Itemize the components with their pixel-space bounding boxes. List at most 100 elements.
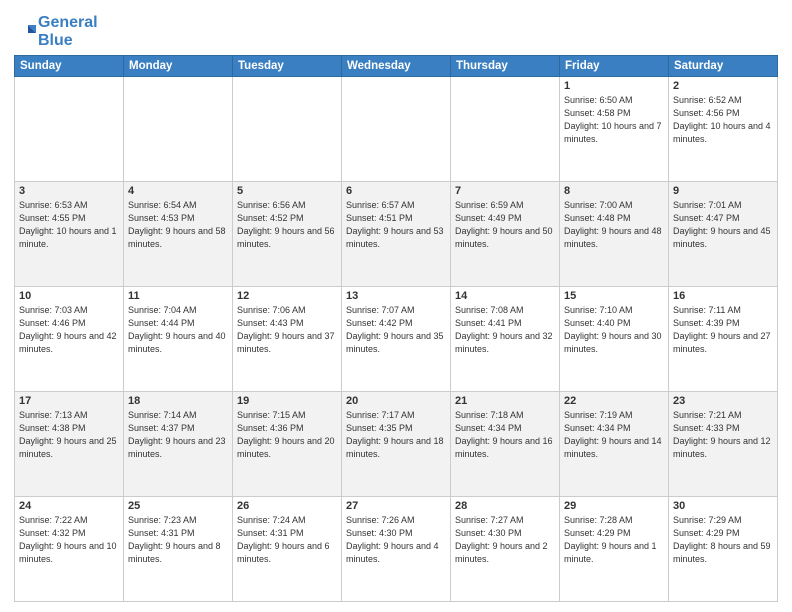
calendar-cell: 2Sunrise: 6:52 AM Sunset: 4:56 PM Daylig… (669, 77, 778, 182)
day-info: Sunrise: 7:01 AM Sunset: 4:47 PM Dayligh… (673, 199, 773, 251)
calendar-cell: 26 Sunrise: 7:24 AM Sunset: 4:31 PM Dayli… (233, 497, 342, 602)
day-number: 5 (237, 185, 337, 197)
calendar-cell: 7 Sunrise: 6:59 AM Sunset: 4:49 PM Daylig… (451, 182, 560, 287)
calendar-cell: 22Sunrise: 7:19 AM Sunset: 4:34 PM Dayli… (560, 392, 669, 497)
day-number: 24 (19, 500, 119, 512)
day-number: 23 (673, 395, 773, 407)
day-info: Sunrise: 7:03 AM Sunset: 4:46 PM Dayligh… (19, 304, 119, 356)
calendar-cell: 8 Sunrise: 7:00 AM Sunset: 4:48 PM Daylig… (560, 182, 669, 287)
calendar-cell (15, 77, 124, 182)
logo-icon (14, 21, 36, 43)
calendar-cell: 29 Sunrise: 7:28 AM Sunset: 4:29 PM Dayli… (560, 497, 669, 602)
calendar-cell: 25 Sunrise: 7:23 AM Sunset: 4:31 PM Dayli… (124, 497, 233, 602)
day-info: Sunrise: 6:53 AM Sunset: 4:55 PM Dayligh… (19, 199, 119, 251)
calendar-cell: 12 Sunrise: 7:06 AM Sunset: 4:43 PM Dayli… (233, 287, 342, 392)
day-info: Sunrise: 7:22 AM Sunset: 4:32 PM Dayligh… (19, 514, 119, 566)
calendar-cell: 9 Sunrise: 7:01 AM Sunset: 4:47 PM Daylig… (669, 182, 778, 287)
calendar-cell: 14Sunrise: 7:08 AM Sunset: 4:41 PM Dayli… (451, 287, 560, 392)
day-info: Sunrise: 7:15 AM Sunset: 4:36 PM Dayligh… (237, 409, 337, 461)
day-number: 25 (128, 500, 228, 512)
calendar-cell: 24 Sunrise: 7:22 AM Sunset: 4:32 PM Dayli… (15, 497, 124, 602)
day-info: Sunrise: 7:13 AM Sunset: 4:38 PM Dayligh… (19, 409, 119, 461)
calendar-cell (124, 77, 233, 182)
calendar-cell: 28 Sunrise: 7:27 AM Sunset: 4:30 PM Dayli… (451, 497, 560, 602)
weekday-header-friday: Friday (560, 56, 669, 77)
day-info: Sunrise: 7:04 AM Sunset: 4:44 PM Dayligh… (128, 304, 228, 356)
day-number: 11 (128, 290, 228, 302)
day-number: 19 (237, 395, 337, 407)
day-number: 1 (564, 80, 664, 92)
calendar-cell: 4 Sunrise: 6:54 AM Sunset: 4:53 PM Daylig… (124, 182, 233, 287)
calendar-cell: 23 Sunrise: 7:21 AM Sunset: 4:33 PM Dayli… (669, 392, 778, 497)
day-info: Sunrise: 6:59 AM Sunset: 4:49 PM Dayligh… (455, 199, 555, 251)
calendar-cell (451, 77, 560, 182)
day-info: Sunrise: 7:23 AM Sunset: 4:31 PM Dayligh… (128, 514, 228, 566)
calendar-cell: 11 Sunrise: 7:04 AM Sunset: 4:44 PM Dayli… (124, 287, 233, 392)
calendar-cell: 19 Sunrise: 7:15 AM Sunset: 4:36 PM Dayli… (233, 392, 342, 497)
weekday-header-saturday: Saturday (669, 56, 778, 77)
day-number: 27 (346, 500, 446, 512)
calendar-cell: 1 Sunrise: 6:50 AM Sunset: 4:58 PM Daylig… (560, 77, 669, 182)
calendar-cell: 13 Sunrise: 7:07 AM Sunset: 4:42 PM Dayli… (342, 287, 451, 392)
day-number: 14 (455, 290, 555, 302)
day-number: 21 (455, 395, 555, 407)
page: General Blue SundayMondayTuesdayWednesda… (0, 0, 792, 612)
day-info: Sunrise: 7:10 AM Sunset: 4:40 PM Dayligh… (564, 304, 664, 356)
day-info: Sunrise: 7:27 AM Sunset: 4:30 PM Dayligh… (455, 514, 555, 566)
day-number: 26 (237, 500, 337, 512)
day-number: 7 (455, 185, 555, 197)
day-number: 3 (19, 185, 119, 197)
calendar-cell (233, 77, 342, 182)
day-info: Sunrise: 7:11 AM Sunset: 4:39 PM Dayligh… (673, 304, 773, 356)
weekday-header-thursday: Thursday (451, 56, 560, 77)
day-number: 13 (346, 290, 446, 302)
day-info: Sunrise: 7:17 AM Sunset: 4:35 PM Dayligh… (346, 409, 446, 461)
day-info: Sunrise: 7:19 AM Sunset: 4:34 PM Dayligh… (564, 409, 664, 461)
calendar-cell: 10 Sunrise: 7:03 AM Sunset: 4:46 PM Dayli… (15, 287, 124, 392)
day-number: 6 (346, 185, 446, 197)
day-number: 29 (564, 500, 664, 512)
day-info: Sunrise: 6:54 AM Sunset: 4:53 PM Dayligh… (128, 199, 228, 251)
day-number: 17 (19, 395, 119, 407)
day-info: Sunrise: 7:28 AM Sunset: 4:29 PM Dayligh… (564, 514, 664, 566)
day-number: 9 (673, 185, 773, 197)
day-info: Sunrise: 7:26 AM Sunset: 4:30 PM Dayligh… (346, 514, 446, 566)
day-number: 16 (673, 290, 773, 302)
weekday-header-wednesday: Wednesday (342, 56, 451, 77)
day-info: Sunrise: 7:29 AM Sunset: 4:29 PM Dayligh… (673, 514, 773, 566)
calendar-cell: 15Sunrise: 7:10 AM Sunset: 4:40 PM Dayli… (560, 287, 669, 392)
calendar-cell: 5 Sunrise: 6:56 AM Sunset: 4:52 PM Daylig… (233, 182, 342, 287)
weekday-header-monday: Monday (124, 56, 233, 77)
day-info: Sunrise: 6:56 AM Sunset: 4:52 PM Dayligh… (237, 199, 337, 251)
calendar-cell: 20 Sunrise: 7:17 AM Sunset: 4:35 PM Dayli… (342, 392, 451, 497)
calendar-cell: 16 Sunrise: 7:11 AM Sunset: 4:39 PM Dayli… (669, 287, 778, 392)
calendar-cell: 27 Sunrise: 7:26 AM Sunset: 4:30 PM Dayli… (342, 497, 451, 602)
weekday-header-sunday: Sunday (15, 56, 124, 77)
calendar-cell: 6 Sunrise: 6:57 AM Sunset: 4:51 PM Daylig… (342, 182, 451, 287)
day-info: Sunrise: 6:50 AM Sunset: 4:58 PM Dayligh… (564, 94, 664, 146)
day-number: 20 (346, 395, 446, 407)
day-number: 8 (564, 185, 664, 197)
day-number: 30 (673, 500, 773, 512)
day-info: Sunrise: 7:24 AM Sunset: 4:31 PM Dayligh… (237, 514, 337, 566)
logo: General Blue (14, 14, 98, 49)
calendar-cell: 18Sunrise: 7:14 AM Sunset: 4:37 PM Dayli… (124, 392, 233, 497)
day-info: Sunrise: 7:06 AM Sunset: 4:43 PM Dayligh… (237, 304, 337, 356)
weekday-header-tuesday: Tuesday (233, 56, 342, 77)
day-info: Sunrise: 7:14 AM Sunset: 4:37 PM Dayligh… (128, 409, 228, 461)
calendar-cell: 17 Sunrise: 7:13 AM Sunset: 4:38 PM Dayli… (15, 392, 124, 497)
day-number: 4 (128, 185, 228, 197)
calendar-cell: 30 Sunrise: 7:29 AM Sunset: 4:29 PM Dayli… (669, 497, 778, 602)
calendar-cell (342, 77, 451, 182)
day-number: 28 (455, 500, 555, 512)
day-number: 10 (19, 290, 119, 302)
day-number: 2 (673, 80, 773, 92)
day-info: Sunrise: 6:57 AM Sunset: 4:51 PM Dayligh… (346, 199, 446, 251)
day-info: Sunrise: 7:00 AM Sunset: 4:48 PM Dayligh… (564, 199, 664, 251)
day-info: Sunrise: 7:07 AM Sunset: 4:42 PM Dayligh… (346, 304, 446, 356)
day-info: Sunrise: 7:21 AM Sunset: 4:33 PM Dayligh… (673, 409, 773, 461)
calendar-cell: 21Sunrise: 7:18 AM Sunset: 4:34 PM Dayli… (451, 392, 560, 497)
calendar-cell: 3 Sunrise: 6:53 AM Sunset: 4:55 PM Daylig… (15, 182, 124, 287)
header: General Blue (14, 10, 778, 49)
day-number: 12 (237, 290, 337, 302)
